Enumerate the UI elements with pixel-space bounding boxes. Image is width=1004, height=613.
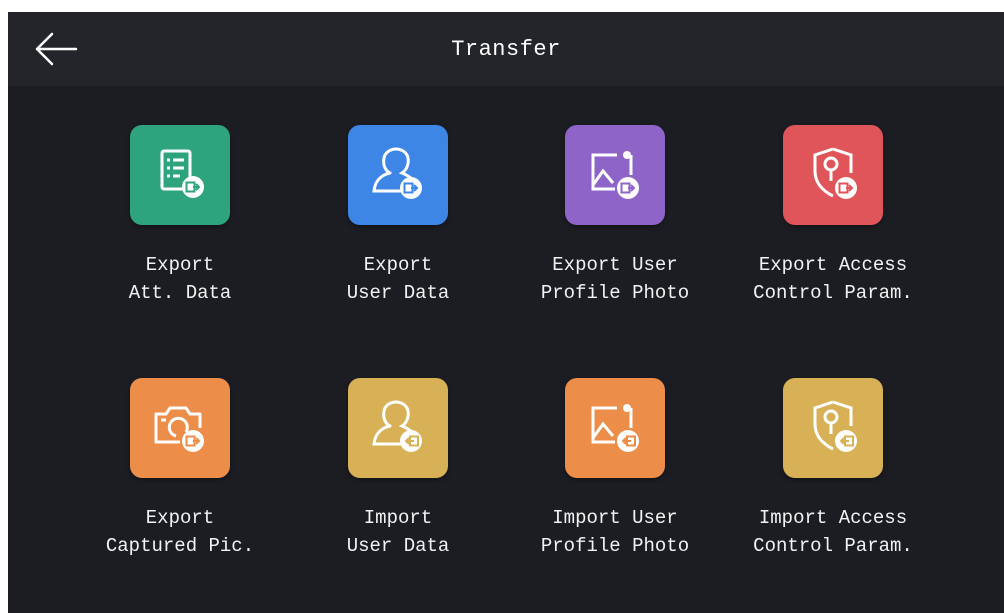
tile-export-access-control-param[interactable]: Export Access Control Param. — [723, 125, 943, 345]
tile-label: Export Captured Pic. — [105, 507, 255, 557]
camera-export-icon — [154, 406, 204, 452]
tile-label: Import User Data — [346, 507, 450, 557]
tile-label: Export Att. Data — [128, 254, 232, 304]
tile-icon-bg — [565, 378, 665, 478]
tile-export-user-profile-photo[interactable]: Export User Profile Photo — [505, 125, 725, 345]
tile-icon-bg — [130, 125, 230, 225]
tile-label: Export Access Control Param. — [753, 254, 913, 304]
transfer-screen: Transfer Export Att. Data Export User Da… — [8, 12, 1004, 613]
tile-icon-bg — [348, 125, 448, 225]
shield-export-icon — [813, 147, 857, 199]
tile-export-captured-pic[interactable]: Export Captured Pic. — [70, 378, 290, 598]
user-import-icon — [372, 400, 422, 452]
document-export-icon — [160, 149, 204, 198]
tile-icon-bg — [783, 125, 883, 225]
shield-import-icon — [813, 400, 857, 452]
tile-label: Import Access Control Param. — [753, 507, 913, 557]
tile-label: Export User Profile Photo — [540, 254, 690, 304]
tile-import-access-control-param[interactable]: Import Access Control Param. — [723, 378, 943, 598]
back-button[interactable] — [32, 28, 80, 70]
tile-export-att-data[interactable]: Export Att. Data — [70, 125, 290, 345]
tile-icon-bg — [348, 378, 448, 478]
tile-label: Export User Data — [346, 254, 450, 304]
tile-label: Import User Profile Photo — [540, 507, 690, 557]
tile-export-user-data[interactable]: Export User Data — [288, 125, 508, 345]
page-title: Transfer — [451, 36, 561, 62]
tile-icon-bg — [783, 378, 883, 478]
tile-icon-bg — [565, 125, 665, 225]
user-export-icon — [372, 147, 422, 199]
tile-import-user-data[interactable]: Import User Data — [288, 378, 508, 598]
image-export-icon — [591, 151, 639, 199]
top-bar: Transfer — [8, 12, 1004, 86]
image-import-icon — [591, 404, 639, 452]
tile-icon-bg — [130, 378, 230, 478]
arrow-left-icon — [35, 32, 78, 66]
tile-import-user-profile-photo[interactable]: Import User Profile Photo — [505, 378, 725, 598]
